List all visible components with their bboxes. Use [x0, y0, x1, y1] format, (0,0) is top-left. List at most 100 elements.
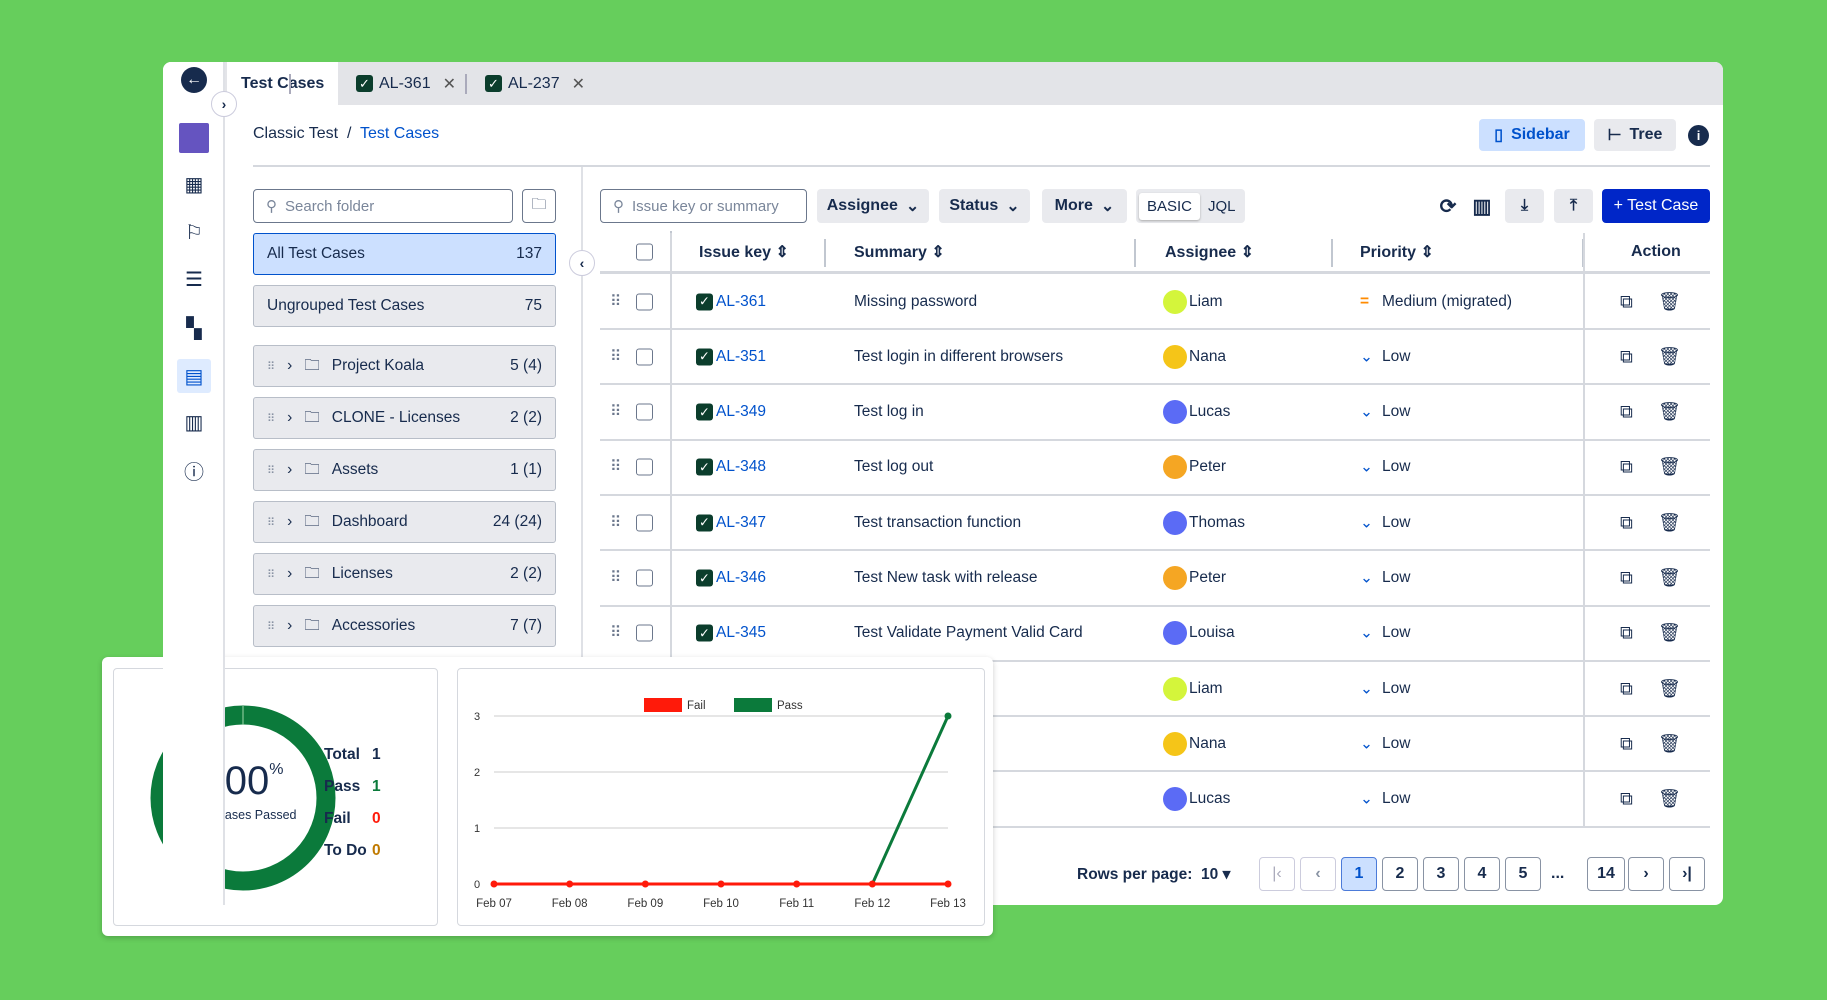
drag-handle-icon[interactable]: ⠿: [267, 412, 275, 425]
assignee-filter[interactable]: Assignee ⌄: [817, 189, 929, 223]
row-checkbox[interactable]: [636, 403, 653, 421]
trash-icon[interactable]: 🗑: [1658, 402, 1681, 423]
chevron-right-icon[interactable]: ›: [287, 565, 292, 583]
issue-key-link[interactable]: AL-345: [716, 624, 766, 642]
trash-icon[interactable]: 🗑: [1658, 512, 1681, 533]
sidebar-view-button[interactable]: ▯ Sidebar: [1479, 119, 1585, 151]
header-assignee[interactable]: Assignee ⇕: [1165, 242, 1254, 262]
table-row[interactable]: ⠿ ✓ AL-348 Test log out Peter ⌄ Low ⧉ 🗑: [600, 441, 1710, 496]
drag-handle-icon[interactable]: ⠿: [610, 458, 621, 477]
dashboard-icon[interactable]: ▦: [179, 169, 209, 199]
copy-icon[interactable]: ⧉: [1620, 623, 1633, 644]
trash-icon[interactable]: 🗑: [1658, 789, 1681, 810]
copy-icon[interactable]: ⧉: [1620, 291, 1633, 312]
rows-per-page-select[interactable]: 10: [1201, 866, 1218, 883]
refresh-icon[interactable]: ⟳: [1435, 189, 1461, 223]
table-row[interactable]: ⠿ ✓ AL-349 Test log in Lucas ⌄ Low ⧉ 🗑: [600, 386, 1710, 441]
trash-icon[interactable]: 🗑: [1658, 457, 1681, 478]
drag-handle-icon[interactable]: ⠿: [610, 624, 621, 643]
copy-icon[interactable]: ⧉: [1620, 346, 1633, 367]
drag-handle-icon[interactable]: ⠿: [610, 513, 621, 532]
add-test-case-button[interactable]: + Test Case: [1602, 189, 1710, 223]
copy-icon[interactable]: ⧉: [1620, 733, 1633, 754]
breadcrumb-parent[interactable]: Classic Test: [253, 125, 338, 142]
first-page-button[interactable]: |‹: [1259, 857, 1295, 891]
drag-handle-icon[interactable]: ⠿: [610, 569, 621, 588]
chevron-right-icon[interactable]: ›: [287, 461, 292, 479]
copy-icon[interactable]: ⧉: [1620, 568, 1633, 589]
drag-handle-icon[interactable]: ⠿: [267, 516, 275, 529]
drag-handle-icon[interactable]: ⠿: [610, 292, 621, 311]
folder-item[interactable]: ⠿ › 🗀 Licenses 2 (2): [253, 553, 556, 595]
folder-item[interactable]: ⠿ › 🗀 Project Koala 5 (4): [253, 345, 556, 387]
close-icon[interactable]: ✕: [572, 74, 585, 94]
drag-handle-icon[interactable]: ⠿: [267, 620, 275, 633]
tab-al-237[interactable]: ✓ AL-237 ✕: [485, 62, 585, 105]
chevron-right-icon[interactable]: ›: [287, 409, 292, 427]
chevron-right-icon[interactable]: ›: [287, 617, 292, 635]
drag-handle-icon[interactable]: ⠿: [610, 347, 621, 366]
add-folder-button[interactable]: 🗀: [522, 189, 556, 223]
tab-al-361[interactable]: ✓ AL-361 ✕: [356, 62, 456, 105]
trash-icon[interactable]: 🗑: [1658, 623, 1681, 644]
issue-key-link[interactable]: AL-348: [716, 458, 766, 476]
close-icon[interactable]: ✕: [443, 74, 456, 94]
copy-icon[interactable]: ⧉: [1620, 512, 1633, 533]
row-checkbox[interactable]: [636, 293, 653, 310]
flag-icon[interactable]: ⚐: [179, 217, 209, 247]
copy-icon[interactable]: ⧉: [1620, 789, 1633, 810]
page-button-3[interactable]: 3: [1423, 857, 1459, 891]
header-issue-key[interactable]: Issue key ⇕: [699, 242, 789, 262]
help-icon[interactable]: ⓘ: [179, 455, 209, 485]
last-page-button[interactable]: ›|: [1669, 857, 1705, 891]
reports-icon[interactable]: ▥: [179, 407, 209, 437]
info-icon[interactable]: i: [1688, 125, 1709, 146]
folder-all-test-cases[interactable]: All Test Cases 137: [253, 233, 556, 275]
table-row[interactable]: ⠿ ✓ AL-345 Test Validate Payment Valid Ca…: [600, 607, 1710, 662]
folder-item[interactable]: ⠿ › 🗀 CLONE - Licenses 2 (2): [253, 397, 556, 439]
copy-icon[interactable]: ⧉: [1620, 402, 1633, 423]
page-button-5[interactable]: 5: [1505, 857, 1541, 891]
chevron-right-icon[interactable]: ›: [287, 513, 292, 531]
list-icon[interactable]: ☰: [179, 264, 209, 294]
table-row[interactable]: ⠿ ✓ AL-351 Test login in different browse…: [600, 330, 1710, 386]
more-filter[interactable]: More ⌄: [1042, 189, 1127, 223]
issue-key-link[interactable]: AL-349: [716, 403, 766, 421]
issue-key-link[interactable]: AL-347: [716, 514, 766, 532]
next-page-button[interactable]: ›: [1628, 857, 1664, 891]
trash-icon[interactable]: 🗑: [1658, 678, 1681, 699]
table-row[interactable]: ⠿ ✓ AL-347 Test transaction function Thom…: [600, 496, 1710, 552]
folder-item[interactable]: ⠿ › 🗀 Dashboard 24 (24): [253, 501, 556, 543]
drag-handle-icon[interactable]: ⠿: [267, 464, 275, 477]
drag-handle-icon[interactable]: ⠿: [610, 403, 621, 422]
basic-mode[interactable]: BASIC: [1139, 192, 1201, 220]
row-checkbox[interactable]: [636, 348, 653, 366]
header-summary[interactable]: Summary ⇕: [854, 242, 945, 262]
prev-page-button[interactable]: ‹: [1300, 857, 1336, 891]
project-avatar[interactable]: [179, 123, 209, 153]
tree-view-button[interactable]: ⊢ Tree: [1594, 119, 1676, 151]
trash-icon[interactable]: 🗑: [1658, 733, 1681, 754]
select-all-checkbox[interactable]: [636, 243, 653, 261]
drag-handle-icon[interactable]: ⠿: [267, 568, 275, 581]
board-icon[interactable]: ▚: [179, 313, 209, 343]
test-cases-icon[interactable]: ▤: [177, 359, 211, 393]
expand-nav-button[interactable]: ›: [211, 91, 237, 117]
page-button-4[interactable]: 4: [1464, 857, 1500, 891]
trash-icon[interactable]: 🗑: [1658, 291, 1681, 312]
jql-mode[interactable]: JQL: [1200, 193, 1244, 220]
drag-handle-icon[interactable]: ⠿: [267, 360, 275, 373]
row-checkbox[interactable]: [636, 624, 653, 642]
page-button-2[interactable]: 2: [1382, 857, 1418, 891]
columns-icon[interactable]: ▥: [1469, 189, 1495, 223]
copy-icon[interactable]: ⧉: [1620, 457, 1633, 478]
folder-ungrouped[interactable]: Ungrouped Test Cases 75: [253, 285, 556, 327]
issue-key-link[interactable]: AL-346: [716, 569, 766, 587]
row-checkbox[interactable]: [636, 458, 653, 476]
trash-icon[interactable]: 🗑: [1658, 568, 1681, 589]
page-button-1[interactable]: 1: [1341, 857, 1377, 891]
status-filter[interactable]: Status ⌄: [939, 189, 1030, 223]
back-icon[interactable]: ←: [181, 67, 207, 93]
row-checkbox[interactable]: [636, 514, 653, 532]
table-row[interactable]: ⠿ ✓ AL-346 Test New task with release Pet…: [600, 552, 1710, 607]
